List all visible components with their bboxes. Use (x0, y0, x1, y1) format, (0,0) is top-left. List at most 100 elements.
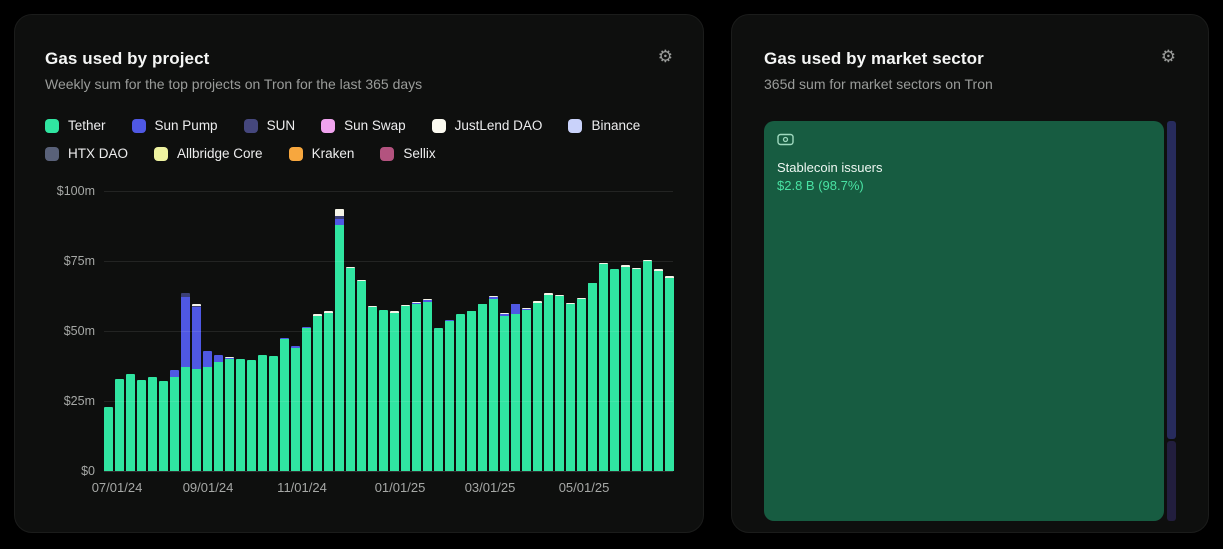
legend-item-binance[interactable]: Binance (568, 118, 640, 133)
settings-gear-icon[interactable]: ⚙ (1161, 49, 1176, 66)
bar-week-1[interactable] (104, 407, 113, 471)
bar-week-17[interactable] (280, 338, 289, 471)
bar-week-20[interactable] (313, 314, 322, 471)
bar-week-37[interactable] (500, 313, 509, 471)
bar-week-52[interactable] (665, 276, 674, 471)
segment-tether (456, 314, 465, 471)
bar-week-45[interactable] (588, 283, 597, 471)
x-tick-label: 05/01/25 (559, 480, 610, 495)
dashboard: Gas used by project Weekly sum for the t… (0, 0, 1223, 549)
bar-week-49[interactable] (632, 268, 641, 471)
bar-week-35[interactable] (478, 304, 487, 471)
bar-week-21[interactable] (324, 311, 333, 471)
bar-week-40[interactable] (533, 301, 542, 471)
bar-week-31[interactable] (434, 328, 443, 471)
bar-week-27[interactable] (390, 311, 399, 471)
segment-tether (192, 369, 201, 471)
bar-week-28[interactable] (401, 305, 410, 471)
legend-item-kraken[interactable]: Kraken (289, 146, 355, 161)
bar-week-51[interactable] (654, 269, 663, 471)
treemap-sector-sliver-2[interactable] (1167, 441, 1176, 521)
legend-item-sun-swap[interactable]: Sun Swap (321, 118, 406, 133)
x-tick-label: 09/01/24 (183, 480, 234, 495)
bar-week-10[interactable] (203, 351, 212, 471)
treemap-block-stablecoin-issuers[interactable]: Stablecoin issuers $2.8 B (98.7%) (764, 121, 1164, 521)
bar-week-19[interactable] (302, 327, 311, 471)
segment-tether (489, 299, 498, 471)
segment-tether (170, 377, 179, 471)
treemap-sliver-column (1167, 121, 1176, 521)
x-tick-label: 11/01/24 (277, 480, 327, 495)
bar-week-36[interactable] (489, 296, 498, 471)
bar-week-47[interactable] (610, 269, 619, 471)
treemap: Stablecoin issuers $2.8 B (98.7%) (764, 121, 1176, 521)
legend-item-sun-pump[interactable]: Sun Pump (132, 118, 218, 133)
segment-tether (137, 380, 146, 471)
y-tick-label: $100m (57, 184, 95, 198)
segment-other-projects (335, 209, 344, 216)
bar-week-24[interactable] (357, 280, 366, 471)
bar-week-38[interactable] (511, 304, 520, 471)
bar-week-29[interactable] (412, 302, 421, 471)
bar-week-44[interactable] (577, 298, 586, 471)
segment-tether (115, 379, 124, 471)
segment-tether (324, 313, 333, 471)
bar-week-41[interactable] (544, 293, 553, 471)
bar-week-5[interactable] (148, 377, 157, 471)
legend-swatch (45, 119, 59, 133)
bar-week-14[interactable] (247, 360, 256, 471)
bar-week-26[interactable] (379, 310, 388, 471)
segment-tether (269, 356, 278, 471)
bar-week-18[interactable] (291, 346, 300, 471)
bar-week-7[interactable] (170, 370, 179, 471)
bar-week-33[interactable] (456, 314, 465, 471)
bar-week-13[interactable] (236, 359, 245, 471)
bar-week-46[interactable] (599, 263, 608, 471)
plot-area: 07/01/2409/01/2411/01/2401/01/2503/01/25… (104, 191, 673, 495)
bar-week-30[interactable] (423, 299, 432, 471)
segment-tether (214, 362, 223, 471)
segment-tether (555, 296, 564, 471)
treemap-sector-sliver-1[interactable] (1167, 121, 1176, 439)
bar-week-2[interactable] (115, 379, 124, 471)
segment-tether (302, 328, 311, 471)
legend-swatch (380, 147, 394, 161)
bar-week-6[interactable] (159, 381, 168, 471)
legend-item-tether[interactable]: Tether (45, 118, 106, 133)
bar-week-42[interactable] (555, 295, 564, 471)
bar-week-48[interactable] (621, 265, 630, 471)
segment-tether (522, 310, 531, 471)
legend-item-sellix[interactable]: Sellix (380, 146, 435, 161)
segment-tether (104, 407, 113, 471)
legend-item-sun[interactable]: SUN (244, 118, 296, 133)
bar-week-9[interactable] (192, 304, 201, 471)
legend-item-justlend-dao[interactable]: JustLend DAO (432, 118, 543, 133)
bar-week-32[interactable] (445, 320, 454, 471)
legend-swatch (154, 147, 168, 161)
bar-week-34[interactable] (467, 311, 476, 471)
bar-week-12[interactable] (225, 357, 234, 472)
segment-sun-pump (511, 304, 520, 314)
bar-week-3[interactable] (126, 374, 135, 471)
chart-legend: Tether Sun Pump SUN Sun Swap JustLend DAO Bin… (45, 118, 665, 161)
bar-week-11[interactable] (214, 355, 223, 471)
bar-week-8[interactable] (181, 293, 190, 471)
bar-week-23[interactable] (346, 267, 355, 471)
segment-tether (236, 359, 245, 471)
legend-item-allbridge-core[interactable]: Allbridge Core (154, 146, 263, 161)
segment-tether (159, 381, 168, 471)
bar-week-39[interactable] (522, 308, 531, 471)
bar-week-16[interactable] (269, 356, 278, 471)
bar-week-43[interactable] (566, 303, 575, 471)
stacked-bar-chart: $100m$75m$50m$25m$0 07/01/2409/01/2411/0… (45, 191, 673, 495)
bar-week-4[interactable] (137, 380, 146, 471)
bar-week-22[interactable] (335, 209, 344, 471)
y-axis: $100m$75m$50m$25m$0 (45, 191, 95, 471)
legend-swatch (568, 119, 582, 133)
bar-week-50[interactable] (643, 260, 652, 471)
legend-item-htx-dao[interactable]: HTX DAO (45, 146, 128, 161)
settings-gear-icon[interactable]: ⚙ (658, 49, 673, 66)
segment-tether (544, 295, 553, 471)
bar-week-15[interactable] (258, 355, 267, 471)
legend-label: Kraken (312, 146, 355, 161)
